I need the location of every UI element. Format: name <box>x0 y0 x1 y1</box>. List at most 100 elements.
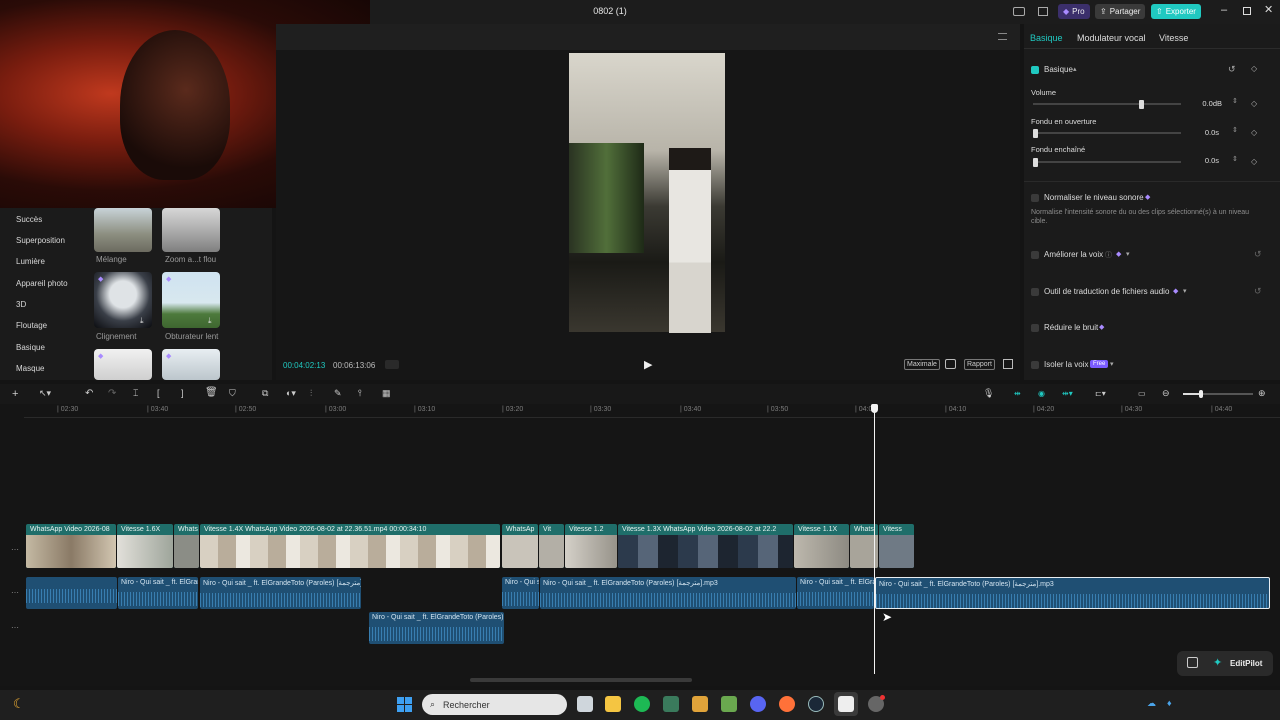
stepper-icon[interactable]: ⇕ <box>1232 155 1238 163</box>
caret-down-icon[interactable]: ▾ <box>1110 360 1114 368</box>
fade-out-slider[interactable] <box>1033 158 1181 167</box>
discord-icon[interactable] <box>750 696 766 712</box>
tab-voice-changer[interactable]: Modulateur vocal <box>1077 33 1146 43</box>
timecode-toggle[interactable] <box>385 360 399 369</box>
video-clip[interactable]: WhatsApp Video 2026-08 <box>26 524 116 568</box>
zoom-knob[interactable] <box>1199 390 1203 398</box>
menu-icon[interactable] <box>998 33 1007 40</box>
tab-speed[interactable]: Vitesse <box>1159 33 1188 43</box>
taskbar-search[interactable]: ⌕ Rechercher <box>422 694 567 715</box>
steam-icon[interactable] <box>808 696 824 712</box>
caret-down-icon[interactable]: ▾ <box>1183 287 1187 295</box>
ruler[interactable] <box>24 404 1280 418</box>
capcut-icon[interactable] <box>838 696 854 712</box>
audio-clip[interactable]: Niro - Qui sait _ ft. ElGra <box>797 577 874 609</box>
reset-icon[interactable]: ↺ <box>1254 249 1262 260</box>
keyframe-icon[interactable]: ◇ <box>1251 157 1257 166</box>
playhead-handle[interactable] <box>871 404 878 413</box>
keyframe-icon[interactable]: ◇ <box>1251 64 1257 73</box>
editpilot-button[interactable]: EditPilot <box>1230 659 1262 668</box>
stepper-icon[interactable]: ⇕ <box>1232 126 1238 134</box>
redo-icon[interactable]: ↷ <box>108 388 116 399</box>
stepper-icon[interactable]: ⇕ <box>1232 97 1238 105</box>
category-3d[interactable]: 3D <box>16 300 26 309</box>
video-clip[interactable]: Vitesse 1.1X <box>794 524 849 568</box>
windows-start-icon[interactable] <box>397 697 412 712</box>
caret-up-icon[interactable]: ▴ <box>1073 65 1077 73</box>
effect-thumb-zoom-blur[interactable] <box>162 208 220 252</box>
reset-icon[interactable]: ↺ <box>1228 64 1236 75</box>
crop-icon[interactable]: ⧉ <box>262 388 268 399</box>
shield-icon[interactable]: ⛉ <box>229 388 236 399</box>
timeline-scrollbar[interactable] <box>470 678 692 682</box>
video-clip[interactable]: Vitesse 1.4X WhatsApp Video 2026-08-02 a… <box>200 524 500 568</box>
task-view-icon[interactable] <box>577 696 593 712</box>
pip-icon[interactable] <box>1187 657 1198 668</box>
app-icon[interactable] <box>721 696 737 712</box>
basic-checkbox[interactable] <box>1031 66 1039 74</box>
volume-knob[interactable] <box>1139 100 1144 109</box>
adjust-icon[interactable]: ⫶ <box>310 388 312 399</box>
audio-clip[interactable]: Niro - Qui sait _ ft. ElGrandeToto (Paro… <box>369 612 504 644</box>
fade-in-slider[interactable] <box>1033 129 1181 138</box>
category-overlay[interactable]: Superposition <box>16 236 65 245</box>
undo-icon[interactable]: ↶ <box>85 388 93 399</box>
spotify-icon[interactable] <box>634 696 650 712</box>
audio-clip[interactable]: Niro - Qui sait _ ft. ElGrandeToto (Paro… <box>200 577 361 609</box>
pen-icon[interactable]: ✎ <box>334 388 342 399</box>
magnet-icon[interactable]: ◉ <box>1038 389 1045 398</box>
video-clip[interactable]: Whats <box>174 524 199 568</box>
audio-clip[interactable]: Niro - Qui sait _ ft. ElGran <box>118 577 198 609</box>
preview-axis-icon[interactable]: ⊏▾ <box>1095 389 1106 398</box>
category-camera[interactable]: Appareil photo <box>16 279 68 288</box>
audio-split-icon[interactable]: ⫯ <box>358 388 362 399</box>
audio-clip[interactable]: Niro - Qui sait _ ft. ElGrandeToto (Paro… <box>540 577 796 609</box>
panel-icon[interactable] <box>1038 7 1048 16</box>
microphone-icon[interactable]: 🎙 <box>983 388 994 399</box>
maximize-icon[interactable] <box>1243 7 1251 15</box>
audio-clip-selected[interactable]: Niro - Qui sait _ ft. ElGrandeToto (Paro… <box>875 577 1270 609</box>
category-basic[interactable]: Basique <box>16 343 45 352</box>
fade-out-knob[interactable] <box>1033 158 1038 167</box>
category-success[interactable]: Succès <box>16 215 42 224</box>
video-clip[interactable]: Vit <box>539 524 564 568</box>
effect-thumb-blend[interactable] <box>94 208 152 252</box>
ratio-button[interactable]: Rapport <box>964 359 995 370</box>
track-menu-icon[interactable]: ⋯ <box>11 623 19 632</box>
quality-button[interactable]: Maximale <box>904 359 940 370</box>
translate-checkbox[interactable] <box>1031 288 1039 296</box>
screen-icon[interactable]: ▭ <box>1138 389 1146 398</box>
download-icon[interactable]: ⤓ <box>140 316 144 326</box>
reduce-noise-checkbox[interactable] <box>1031 324 1039 332</box>
keyframe-icon[interactable]: ◇ <box>1251 99 1257 108</box>
video-clip[interactable]: Vitess <box>879 524 914 568</box>
track-menu-icon[interactable]: ⋯ <box>11 545 19 554</box>
category-blur[interactable]: Floutage <box>16 321 47 330</box>
video-clip[interactable]: Vitesse 1.3X WhatsApp Video 2026-08-02 a… <box>618 524 793 568</box>
video-clip[interactable]: WhatsAp <box>502 524 538 568</box>
moon-icon[interactable]: ☾ <box>13 696 25 712</box>
normalize-checkbox[interactable] <box>1031 194 1039 202</box>
file-explorer-icon[interactable] <box>605 696 621 712</box>
export-button[interactable]: ⇧ Exporter <box>1151 4 1201 19</box>
app-icon[interactable] <box>692 696 708 712</box>
minimize-icon[interactable]: – <box>1221 4 1227 16</box>
play-icon[interactable]: ▶ <box>644 358 652 371</box>
link-icon[interactable]: ⇹ <box>1014 389 1021 398</box>
fade-out-value[interactable]: 0.0s <box>1190 156 1219 165</box>
zoom-out-icon[interactable]: ⊖ <box>1162 388 1170 399</box>
fullscreen-icon[interactable] <box>1003 359 1013 369</box>
audio-clip[interactable]: Niro - Qui s <box>502 577 539 609</box>
select-tool-icon[interactable]: ↖▾ <box>39 388 51 399</box>
add-icon[interactable]: + <box>12 388 18 400</box>
video-frame[interactable] <box>569 53 725 333</box>
isolate-voice-checkbox[interactable] <box>1031 361 1039 369</box>
snap-icon[interactable]: ⇹▾ <box>1062 389 1073 398</box>
enhance-voice-checkbox[interactable] <box>1031 251 1039 259</box>
fade-in-value[interactable]: 0.0s <box>1190 128 1219 137</box>
trim-left-icon[interactable]: [ <box>157 388 160 398</box>
tray-icon[interactable]: ☁ <box>1147 698 1156 709</box>
video-clip[interactable]: Vitesse 1.6X <box>117 524 173 568</box>
tab-basic[interactable]: Basique <box>1030 33 1063 43</box>
grid-icon[interactable]: ▦ <box>382 388 391 399</box>
